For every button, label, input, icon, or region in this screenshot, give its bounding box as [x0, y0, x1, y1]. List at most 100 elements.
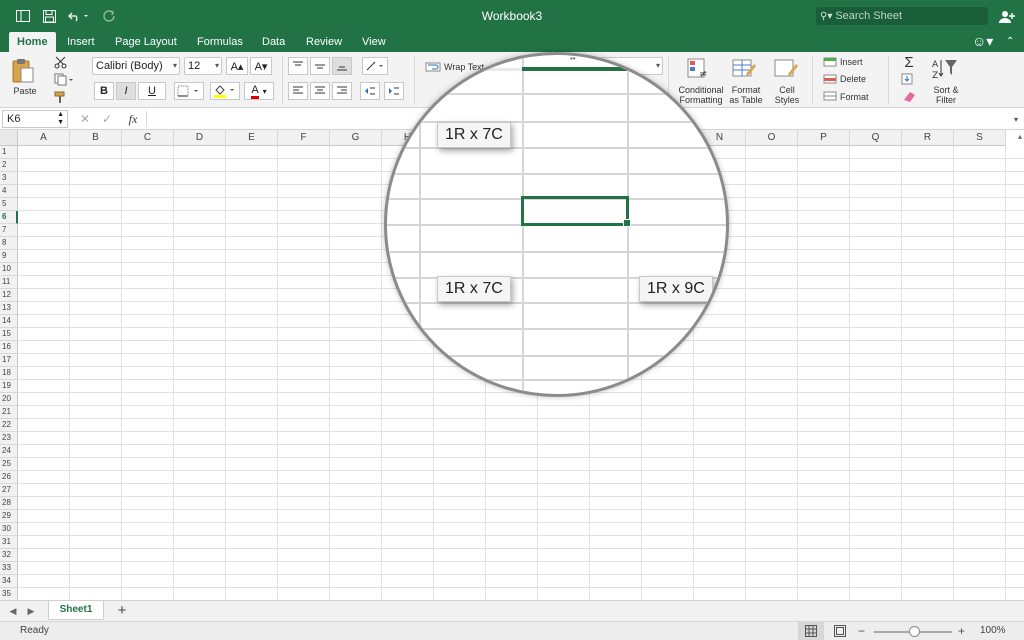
align-bottom-icon[interactable]: [332, 57, 352, 75]
column-header-d[interactable]: D: [174, 130, 226, 146]
sheet-tab-sheet1[interactable]: Sheet1: [48, 601, 104, 620]
fill-color-icon[interactable]: [210, 82, 240, 100]
tab-insert[interactable]: Insert: [59, 32, 103, 52]
share-user-icon[interactable]: [998, 7, 1016, 25]
insert-cells-label[interactable]: Insert: [840, 57, 863, 67]
grow-font-button[interactable]: A▴: [226, 57, 248, 75]
zoom-in-button[interactable]: +: [958, 624, 965, 638]
collapse-ribbon-icon[interactable]: ⌃: [998, 32, 1022, 52]
column-header-s[interactable]: S: [954, 130, 1006, 146]
column-header-r[interactable]: R: [902, 130, 954, 146]
scroll-up-icon[interactable]: ▴: [1018, 132, 1022, 141]
row-header-22[interactable]: 22: [0, 419, 18, 432]
column-header-q[interactable]: Q: [850, 130, 902, 146]
sort-filter-icon[interactable]: AZ: [930, 56, 960, 82]
expand-formula-bar-icon[interactable]: ▾: [1010, 112, 1022, 126]
feedback-smiley-icon[interactable]: ☺▾: [964, 32, 1001, 52]
row-header-2[interactable]: 2: [0, 159, 18, 172]
format-cells-label[interactable]: Format: [840, 92, 869, 102]
row-header-4[interactable]: 4: [0, 185, 18, 198]
row-header-20[interactable]: 20: [0, 393, 18, 406]
shrink-font-button[interactable]: A▾: [250, 57, 272, 75]
decrease-indent-icon[interactable]: [360, 82, 380, 100]
row-header-14[interactable]: 14: [0, 315, 18, 328]
row-header-12[interactable]: 12: [0, 289, 18, 302]
cancel-entry-icon[interactable]: ✕: [78, 111, 92, 127]
fill-handle[interactable]: [623, 219, 631, 227]
cell-styles-label[interactable]: Cell Styles: [770, 85, 804, 105]
row-header-15[interactable]: 15: [0, 328, 18, 341]
tab-formulas[interactable]: Formulas: [189, 32, 251, 52]
row-header-7[interactable]: 7: [0, 224, 18, 237]
fill-down-icon[interactable]: [898, 72, 920, 86]
tab-home[interactable]: Home: [9, 32, 56, 52]
row-header-6[interactable]: 6: [0, 211, 18, 224]
row-header-23[interactable]: 23: [0, 432, 18, 445]
row-header-1[interactable]: 1: [0, 146, 18, 159]
row-header-10[interactable]: 10: [0, 263, 18, 276]
tab-data[interactable]: Data: [254, 32, 293, 52]
tab-review[interactable]: Review: [298, 32, 350, 52]
row-header-18[interactable]: 18: [0, 367, 18, 380]
zoom-slider-thumb[interactable]: [909, 626, 920, 637]
row-header-17[interactable]: 17: [0, 354, 18, 367]
row-header-28[interactable]: 28: [0, 497, 18, 510]
zoom-level[interactable]: 100%: [980, 625, 1006, 636]
select-all-corner[interactable]: [0, 130, 18, 146]
add-sheet-button[interactable]: +: [114, 602, 130, 619]
row-header-3[interactable]: 3: [0, 172, 18, 185]
column-header-g[interactable]: G: [330, 130, 382, 146]
orientation-icon[interactable]: [362, 57, 388, 75]
row-header-25[interactable]: 25: [0, 458, 18, 471]
row-header-27[interactable]: 27: [0, 484, 18, 497]
insert-cells-icon[interactable]: [822, 55, 838, 69]
tab-view[interactable]: View: [354, 32, 394, 52]
format-as-table-label[interactable]: Format as Table: [726, 85, 766, 105]
delete-cells-icon[interactable]: [822, 72, 838, 86]
zoom-out-button[interactable]: −: [858, 624, 865, 638]
row-header-34[interactable]: 34: [0, 575, 18, 588]
column-header-b[interactable]: B: [70, 130, 122, 146]
row-header-5[interactable]: 5: [0, 198, 18, 211]
font-size-select[interactable]: 12 ▾: [184, 57, 222, 75]
row-header-30[interactable]: 30: [0, 523, 18, 536]
sort-filter-label[interactable]: Sort & Filter: [926, 85, 966, 105]
align-middle-icon[interactable]: [310, 57, 330, 75]
cut-scissors-icon[interactable]: [52, 54, 68, 70]
row-header-35[interactable]: 35: [0, 588, 18, 600]
align-center-icon[interactable]: [310, 82, 330, 100]
font-color-button[interactable]: A ▾: [244, 82, 274, 100]
row-header-9[interactable]: 9: [0, 250, 18, 263]
normal-view-icon[interactable]: [798, 622, 824, 640]
align-right-icon[interactable]: [332, 82, 352, 100]
format-cells-icon[interactable]: [822, 89, 838, 103]
row-header-16[interactable]: 16: [0, 341, 18, 354]
borders-icon[interactable]: [174, 82, 204, 100]
paste-icon[interactable]: [8, 56, 38, 86]
autosum-icon[interactable]: Σ: [898, 54, 920, 71]
column-header-e[interactable]: E: [226, 130, 278, 146]
name-box[interactable]: K6 ▲ ▼: [2, 110, 68, 128]
format-as-table-icon[interactable]: [730, 56, 760, 82]
insert-function-icon[interactable]: fx: [124, 111, 142, 127]
row-header-32[interactable]: 32: [0, 549, 18, 562]
row-header-8[interactable]: 8: [0, 237, 18, 250]
row-header-24[interactable]: 24: [0, 445, 18, 458]
next-sheet-icon[interactable]: ▶: [26, 604, 36, 618]
search-input[interactable]: [835, 10, 976, 22]
font-name-select[interactable]: Calibri (Body) ▾: [92, 57, 180, 75]
italic-button[interactable]: I: [116, 82, 136, 100]
column-header-o[interactable]: O: [746, 130, 798, 146]
prev-sheet-icon[interactable]: ◀: [8, 604, 18, 618]
row-header-11[interactable]: 11: [0, 276, 18, 289]
bold-button[interactable]: B: [94, 82, 114, 100]
tab-page-layout[interactable]: Page Layout: [107, 32, 185, 52]
row-header-29[interactable]: 29: [0, 510, 18, 523]
confirm-entry-icon[interactable]: ✓: [100, 111, 114, 127]
column-header-p[interactable]: P: [798, 130, 850, 146]
row-header-26[interactable]: 26: [0, 471, 18, 484]
delete-cells-label[interactable]: Delete: [840, 74, 866, 84]
cell-styles-icon[interactable]: [772, 56, 802, 82]
format-painter-icon[interactable]: [52, 89, 68, 105]
align-left-icon[interactable]: [288, 82, 308, 100]
